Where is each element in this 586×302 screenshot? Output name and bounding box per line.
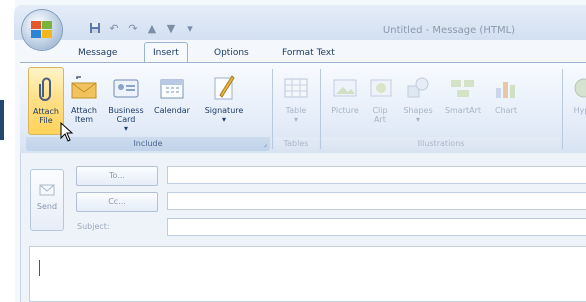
table-label: Table [285,106,307,115]
redo-icon[interactable]: ↷ [126,21,140,35]
signature-button[interactable]: Signature ▾ [198,67,250,133]
chart-button[interactable]: Chart [488,67,524,133]
window-title: Untitled - Message (HTML) [382,25,516,36]
business-card-icon [111,73,141,103]
cc-button[interactable]: Cc... [76,192,158,212]
shapes-icon [403,73,433,103]
business-card-label-2: Card [116,115,136,124]
message-body[interactable] [29,246,586,302]
smartart-button[interactable]: SmartArt [440,67,486,133]
shapes-dropdown-icon: ▾ [415,115,420,124]
signature-icon [209,73,239,103]
subject-label: Subject: [77,222,110,231]
chart-icon [491,73,521,103]
background-strip [0,100,4,140]
smartart-icon [448,73,478,103]
text-caret [39,260,40,276]
send-label: Send [36,202,58,211]
hyperlink-label: Hype [573,106,586,115]
attach-file-button[interactable]: Attach File [28,67,64,135]
smartart-label: SmartArt [444,106,482,115]
calendar-label: Calendar [154,106,190,115]
background-edge [0,0,15,302]
quick-access-toolbar: ↶ ↷ ▲ ▼ ▾ [88,19,197,37]
customize-icon[interactable]: ▾ [183,21,197,35]
tab-insert[interactable]: Insert [144,42,188,63]
to-field[interactable] [167,166,586,184]
send-button[interactable]: Send [30,169,64,231]
include-launcher-icon[interactable]: ⌟ [264,140,267,148]
shapes-label: Shapes [403,106,433,115]
links-group: Hype [564,67,586,151]
tab-format-text[interactable]: Format Text [282,44,335,62]
group-divider [272,69,273,149]
picture-icon [330,73,360,103]
illustrations-group: Picture Clip Art Shapes ▾ SmartArt Chart… [322,67,560,151]
save-icon[interactable] [88,21,102,35]
tables-group-label: Tables [274,137,318,151]
undo-icon[interactable]: ↶ [107,21,121,35]
clip-art-icon [366,73,396,103]
business-card-dropdown-icon: ▾ [123,124,128,133]
send-icon [31,184,63,198]
chart-label: Chart [495,106,517,115]
ribbon: Attach File Attach Item Business Card ▾ [20,62,586,154]
globe-icon [569,73,586,103]
table-dropdown-icon: ▾ [293,115,298,124]
tab-options[interactable]: Options [214,44,249,62]
up-icon[interactable]: ▲ [145,21,159,35]
tables-group: Table ▾ Tables [274,67,318,151]
to-button[interactable]: To... [76,166,158,186]
table-icon [281,73,311,103]
signature-label: Signature [204,106,244,115]
clip-art-button[interactable]: Clip Art [366,67,394,133]
cc-field[interactable] [167,192,586,210]
business-card-label-1: Business [108,106,144,115]
signature-dropdown-icon: ▾ [221,115,226,124]
clip-art-label: Clip Art [372,106,388,124]
office-logo-icon [31,21,52,38]
compose-area: Send To... Cc... Subject: [20,153,586,302]
picture-label: Picture [331,106,359,115]
envelope-paperclip-icon [69,73,99,103]
office-button[interactable] [22,10,62,50]
paperclip-icon [31,74,61,104]
business-card-button[interactable]: Business Card ▾ [106,67,146,133]
table-button[interactable]: Table ▾ [278,67,314,133]
picture-button[interactable]: Picture [328,67,362,133]
tab-message[interactable]: Message [78,44,117,62]
group-divider [320,69,321,149]
group-divider [562,69,563,149]
outlook-message-window: ↶ ↷ ▲ ▼ ▾ Untitled - Message (HTML) Mess… [0,0,586,302]
calendar-button[interactable]: Calendar [150,67,194,133]
shapes-button[interactable]: Shapes ▾ [398,67,438,133]
title-bar: ↶ ↷ ▲ ▼ ▾ Untitled - Message (HTML) [14,5,586,40]
hyperlink-button[interactable]: Hype [566,67,586,133]
subject-field[interactable] [167,218,586,236]
calendar-icon [157,73,187,103]
down-icon[interactable]: ▼ [164,21,178,35]
mouse-pointer-icon [60,122,74,142]
illustrations-group-label: Illustrations [322,137,560,151]
attach-file-label: Attach File [33,107,59,125]
